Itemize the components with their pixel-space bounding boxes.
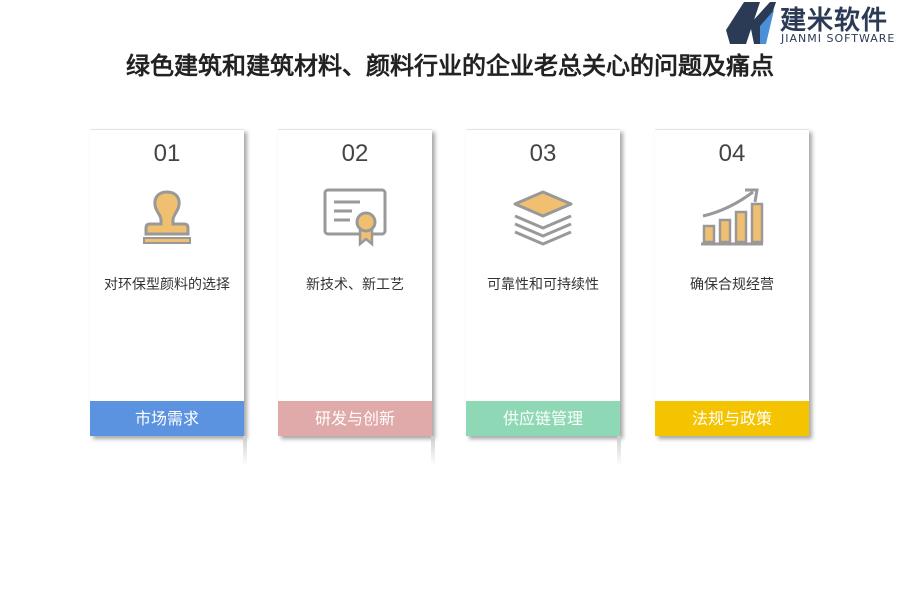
card-number: 02: [341, 140, 369, 167]
tag-rd-innovation: 研发与创新: [278, 401, 432, 436]
card-description: 确保合规经营: [690, 277, 774, 293]
layers-icon: [513, 190, 573, 246]
tag-regulation-policy: 法规与政策: [655, 401, 809, 436]
card-supply-chain: 03 可靠性和可持续性: [466, 129, 620, 436]
stamp-icon: [143, 190, 191, 244]
logo-mark-icon: [726, 2, 776, 44]
logo-name-en: JIANMI SOFTWARE: [781, 32, 896, 45]
card-number: 01: [153, 140, 181, 167]
card-shadow-fade: [431, 436, 435, 466]
card-number: 04: [718, 140, 746, 167]
growth-chart-icon: [701, 188, 764, 246]
card-market-demand: 01 对环保型颜料的选择: [90, 129, 244, 436]
tag-supply-chain: 供应链管理: [466, 401, 620, 436]
tag-market-demand: 市场需求: [90, 401, 244, 436]
card-shadow-fade: [617, 436, 621, 466]
card-description: 新技术、新工艺: [306, 277, 404, 293]
card-rd-innovation: 02 新技术、新工艺: [278, 129, 432, 436]
card-number: 03: [529, 140, 557, 167]
brand-logo: 建米软件 JIANMI SOFTWARE: [726, 0, 900, 48]
card-description: 可靠性和可持续性: [487, 277, 599, 293]
card-regulation-policy: 04 确保合规经营: [655, 129, 809, 436]
page-title: 绿色建筑和建筑材料、颜料行业的企业老总关心的问题及痛点: [126, 51, 774, 80]
card-description: 对环保型颜料的选择: [104, 277, 230, 293]
card-shadow-fade: [243, 436, 247, 466]
certificate-icon: [323, 188, 387, 247]
